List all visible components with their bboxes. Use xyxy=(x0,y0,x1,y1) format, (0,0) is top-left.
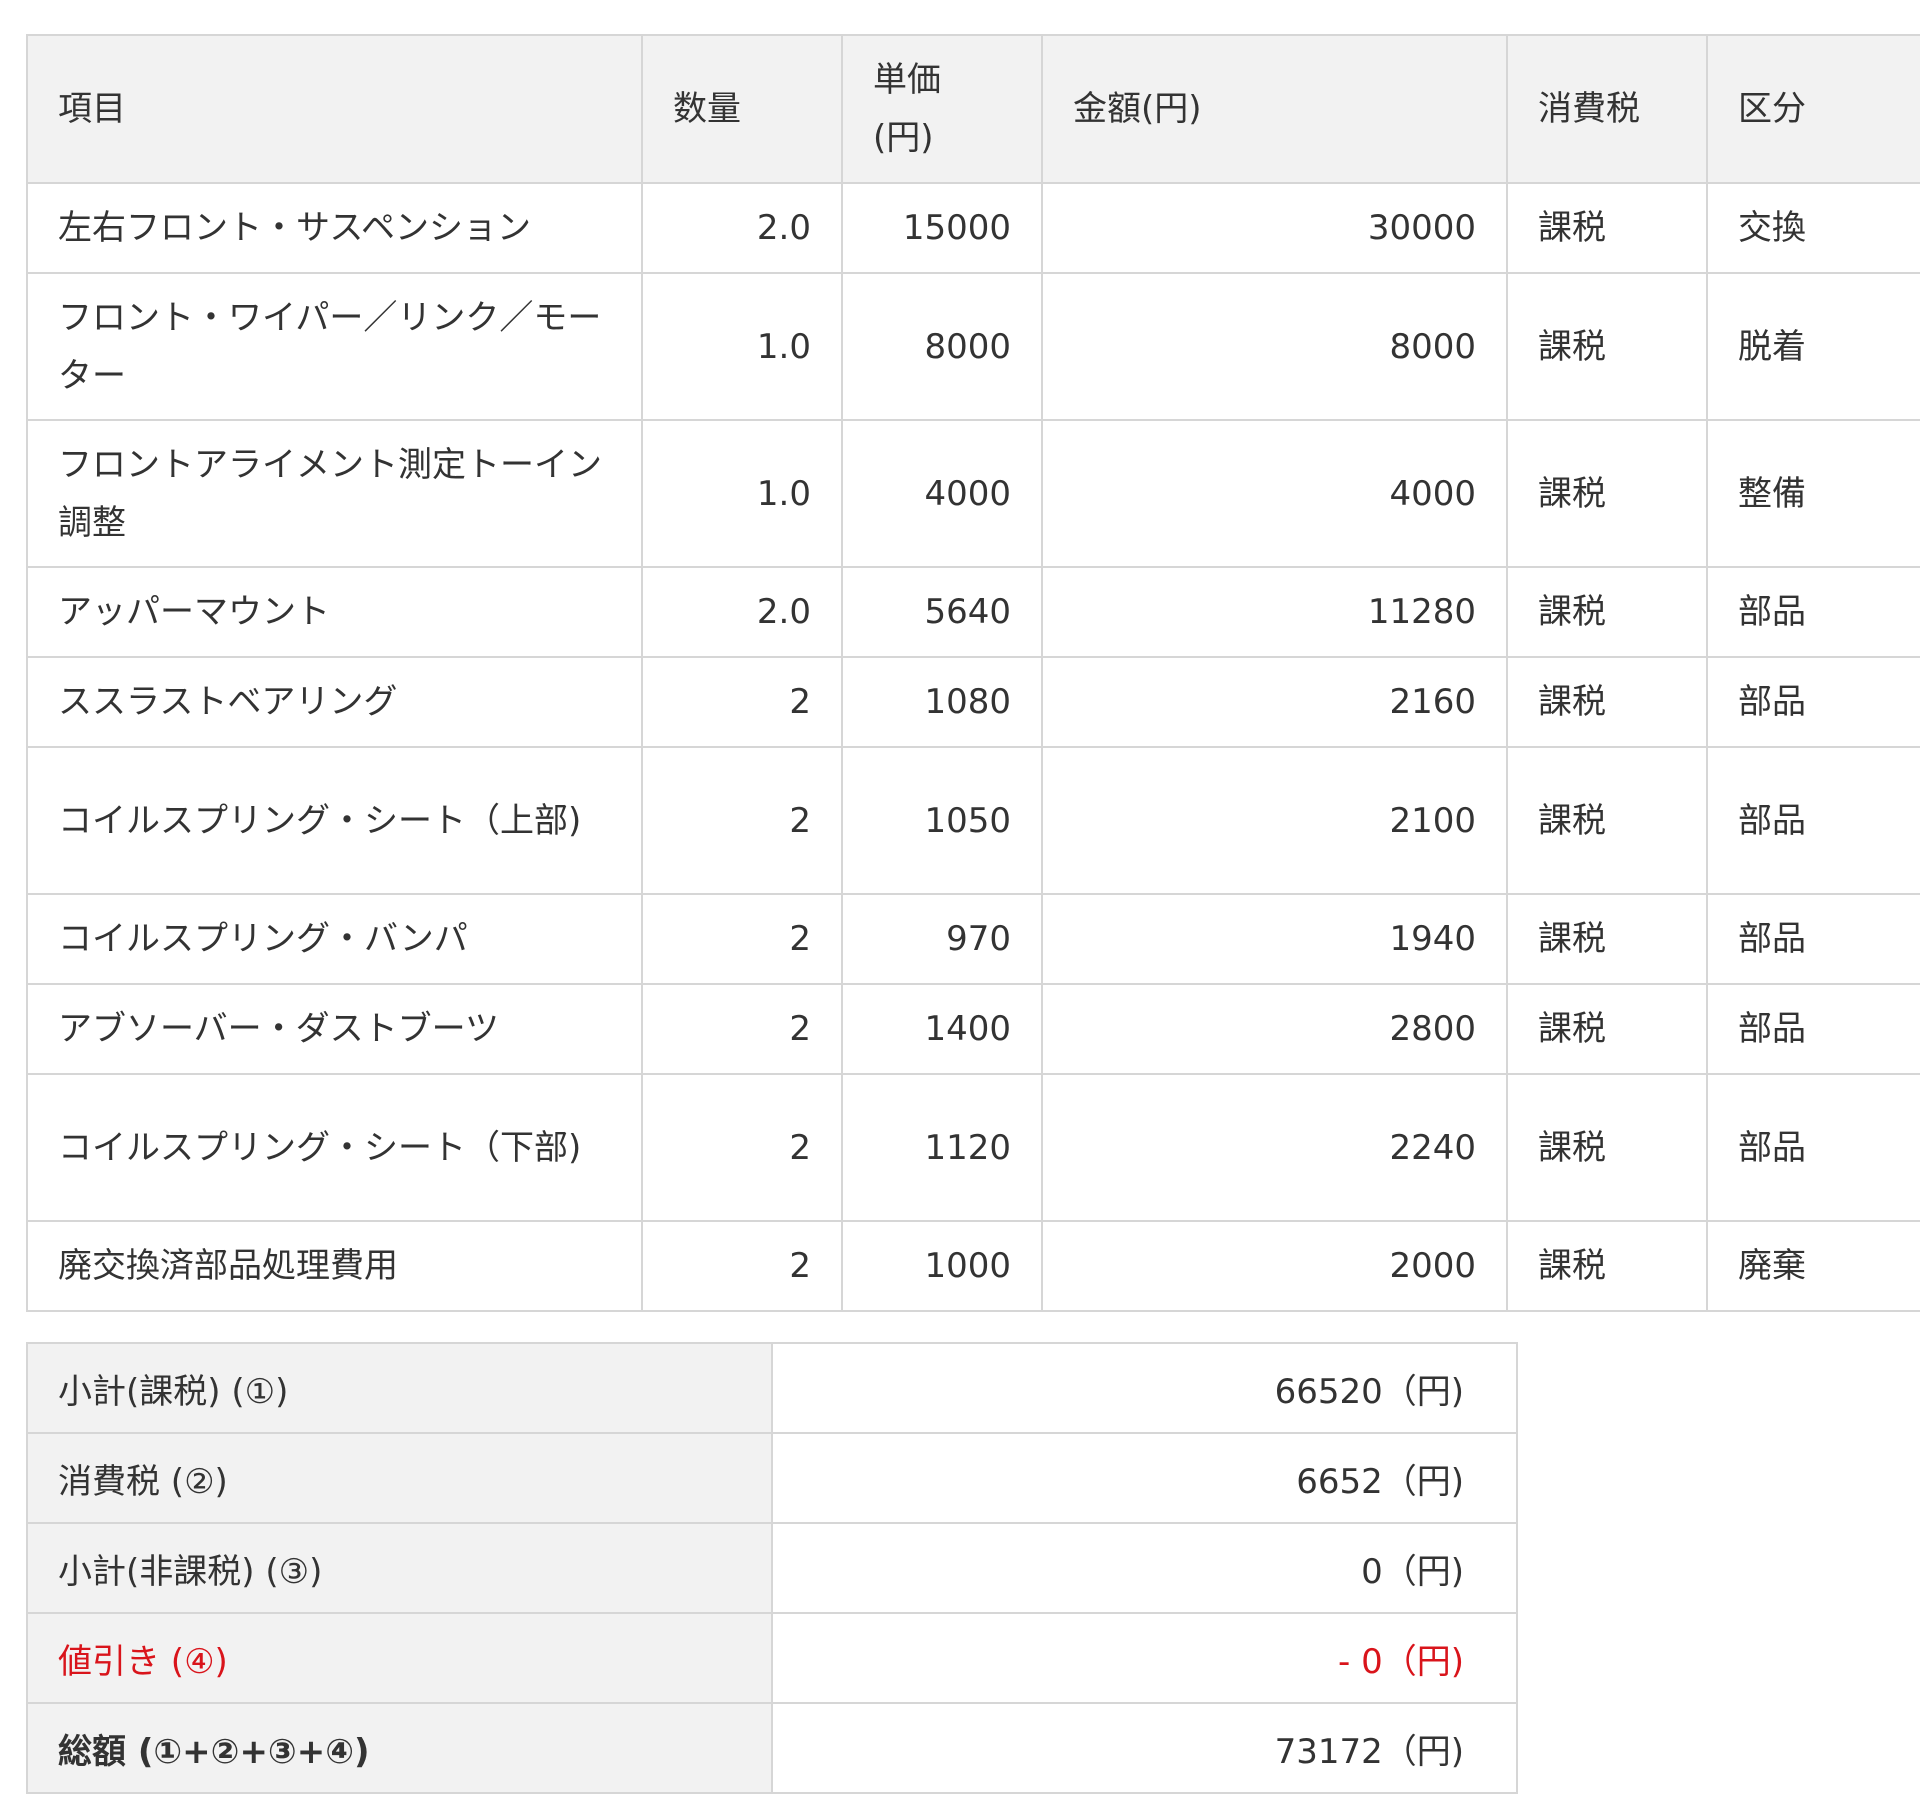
header-amount: 金額(円) xyxy=(1041,34,1508,184)
cell-item: アブソーバー・ダストブーツ xyxy=(26,983,643,1075)
cell-qty: 2.0 xyxy=(641,566,843,658)
discount-value: - 0（円) xyxy=(771,1612,1518,1704)
cell-amount: 2240 xyxy=(1041,1073,1508,1222)
cell-category: 部品 xyxy=(1706,893,1920,985)
cell-category: 部品 xyxy=(1706,746,1920,895)
cell-amount: 2160 xyxy=(1041,656,1508,748)
header-category: 区分 xyxy=(1706,34,1920,184)
cell-tax: 課税 xyxy=(1506,419,1708,568)
cell-qty: 2 xyxy=(641,983,843,1075)
grand-total-label: 総額 (①+②+③+④) xyxy=(26,1702,773,1794)
table-row: 廃交換済部品処理費用 2 1000 2000 課税 廃棄 xyxy=(26,1220,1920,1312)
grand-total-value: 73172（円) xyxy=(771,1702,1518,1794)
cell-amount: 4000 xyxy=(1041,419,1508,568)
cell-qty: 1.0 xyxy=(641,272,843,421)
header-item: 項目 xyxy=(26,34,643,184)
cell-tax: 課税 xyxy=(1506,1073,1708,1222)
cell-amount: 1940 xyxy=(1041,893,1508,985)
cell-tax: 課税 xyxy=(1506,182,1708,274)
cell-amount: 2100 xyxy=(1041,746,1508,895)
table-row: コイルスプリング・シート（下部) 2 1120 2240 課税 部品 xyxy=(26,1073,1920,1222)
cell-category: 部品 xyxy=(1706,656,1920,748)
cell-unit-price: 8000 xyxy=(841,272,1043,421)
cell-qty: 2 xyxy=(641,656,843,748)
header-unit-price: 単価 (円) xyxy=(841,34,1043,184)
table-row: ススラストベアリング 2 1080 2160 課税 部品 xyxy=(26,656,1920,748)
cell-qty: 2 xyxy=(641,893,843,985)
cell-unit-price: 5640 xyxy=(841,566,1043,658)
cell-amount: 8000 xyxy=(1041,272,1508,421)
cell-unit-price: 1080 xyxy=(841,656,1043,748)
cell-unit-price: 1000 xyxy=(841,1220,1043,1312)
cell-qty: 2.0 xyxy=(641,182,843,274)
totals-table: 小計(課税) (①) 66520（円) 消費税 (②) 6652（円) 小計(非… xyxy=(26,1342,1518,1794)
cell-category: 部品 xyxy=(1706,1073,1920,1222)
cell-tax: 課税 xyxy=(1506,272,1708,421)
cell-item: 左右フロント・サスペンション xyxy=(26,182,643,274)
cell-unit-price: 15000 xyxy=(841,182,1043,274)
totals-row-consumption-tax: 消費税 (②) 6652（円) xyxy=(26,1432,1518,1524)
discount-label: 値引き (④) xyxy=(26,1612,773,1704)
header-unit-price-line1: 単価 xyxy=(873,60,941,100)
consumption-tax-value: 6652（円) xyxy=(771,1432,1518,1524)
cell-tax: 課税 xyxy=(1506,566,1708,658)
subtotal-taxable-label: 小計(課税) (①) xyxy=(26,1342,773,1434)
table-row: フロントアライメント測定トーイン調整 1.0 4000 4000 課税 整備 xyxy=(26,419,1920,568)
totals-row-subtotal-taxable: 小計(課税) (①) 66520（円) xyxy=(26,1342,1518,1434)
cell-category: 脱着 xyxy=(1706,272,1920,421)
cell-item: コイルスプリング・バンパ xyxy=(26,893,643,985)
cell-unit-price: 1050 xyxy=(841,746,1043,895)
cell-category: 整備 xyxy=(1706,419,1920,568)
cell-item: フロント・ワイパー／リンク／モーター xyxy=(26,272,643,421)
cell-tax: 課税 xyxy=(1506,983,1708,1075)
cell-category: 交換 xyxy=(1706,182,1920,274)
cell-unit-price: 1120 xyxy=(841,1073,1043,1222)
cell-item: コイルスプリング・シート（上部) xyxy=(26,746,643,895)
cell-tax: 課税 xyxy=(1506,656,1708,748)
cell-category: 部品 xyxy=(1706,566,1920,658)
totals-row-grand-total: 総額 (①+②+③+④) 73172（円) xyxy=(26,1702,1518,1794)
cell-item: 廃交換済部品処理費用 xyxy=(26,1220,643,1312)
cell-qty: 2 xyxy=(641,746,843,895)
totals-row-subtotal-nontaxable: 小計(非課税) (③) 0（円) xyxy=(26,1522,1518,1614)
cell-item: ススラストベアリング xyxy=(26,656,643,748)
cell-qty: 1.0 xyxy=(641,419,843,568)
cell-qty: 2 xyxy=(641,1073,843,1222)
cell-unit-price: 1400 xyxy=(841,983,1043,1075)
cell-unit-price: 970 xyxy=(841,893,1043,985)
cell-qty: 2 xyxy=(641,1220,843,1312)
table-row: 左右フロント・サスペンション 2.0 15000 30000 課税 交換 xyxy=(26,182,1920,274)
cell-amount: 30000 xyxy=(1041,182,1508,274)
table-row: アブソーバー・ダストブーツ 2 1400 2800 課税 部品 xyxy=(26,983,1920,1075)
consumption-tax-label: 消費税 (②) xyxy=(26,1432,773,1524)
table-row: コイルスプリング・バンパ 2 970 1940 課税 部品 xyxy=(26,893,1920,985)
cell-tax: 課税 xyxy=(1506,1220,1708,1312)
subtotal-nontaxable-value: 0（円) xyxy=(771,1522,1518,1614)
cell-item: コイルスプリング・シート（下部) xyxy=(26,1073,643,1222)
header-unit-price-line2: (円) xyxy=(873,118,934,158)
header-tax: 消費税 xyxy=(1506,34,1708,184)
cell-amount: 2800 xyxy=(1041,983,1508,1075)
totals-row-discount: 値引き (④) - 0（円) xyxy=(26,1612,1518,1704)
cell-category: 部品 xyxy=(1706,983,1920,1075)
cell-amount: 2000 xyxy=(1041,1220,1508,1312)
cell-tax: 課税 xyxy=(1506,746,1708,895)
table-row: アッパーマウント 2.0 5640 11280 課税 部品 xyxy=(26,566,1920,658)
header-qty: 数量 xyxy=(641,34,843,184)
items-header-row: 項目 数量 単価 (円) 金額(円) 消費税 区分 xyxy=(26,34,1920,184)
cell-item: フロントアライメント測定トーイン調整 xyxy=(26,419,643,568)
subtotal-nontaxable-label: 小計(非課税) (③) xyxy=(26,1522,773,1614)
items-table: 項目 数量 単価 (円) 金額(円) 消費税 区分 左右フロント・サスペンション … xyxy=(26,34,1920,1312)
cell-amount: 11280 xyxy=(1041,566,1508,658)
cell-tax: 課税 xyxy=(1506,893,1708,985)
cell-unit-price: 4000 xyxy=(841,419,1043,568)
cell-item: アッパーマウント xyxy=(26,566,643,658)
cell-category: 廃棄 xyxy=(1706,1220,1920,1312)
table-row: コイルスプリング・シート（上部) 2 1050 2100 課税 部品 xyxy=(26,746,1920,895)
table-row: フロント・ワイパー／リンク／モーター 1.0 8000 8000 課税 脱着 xyxy=(26,272,1920,421)
subtotal-taxable-value: 66520（円) xyxy=(771,1342,1518,1434)
